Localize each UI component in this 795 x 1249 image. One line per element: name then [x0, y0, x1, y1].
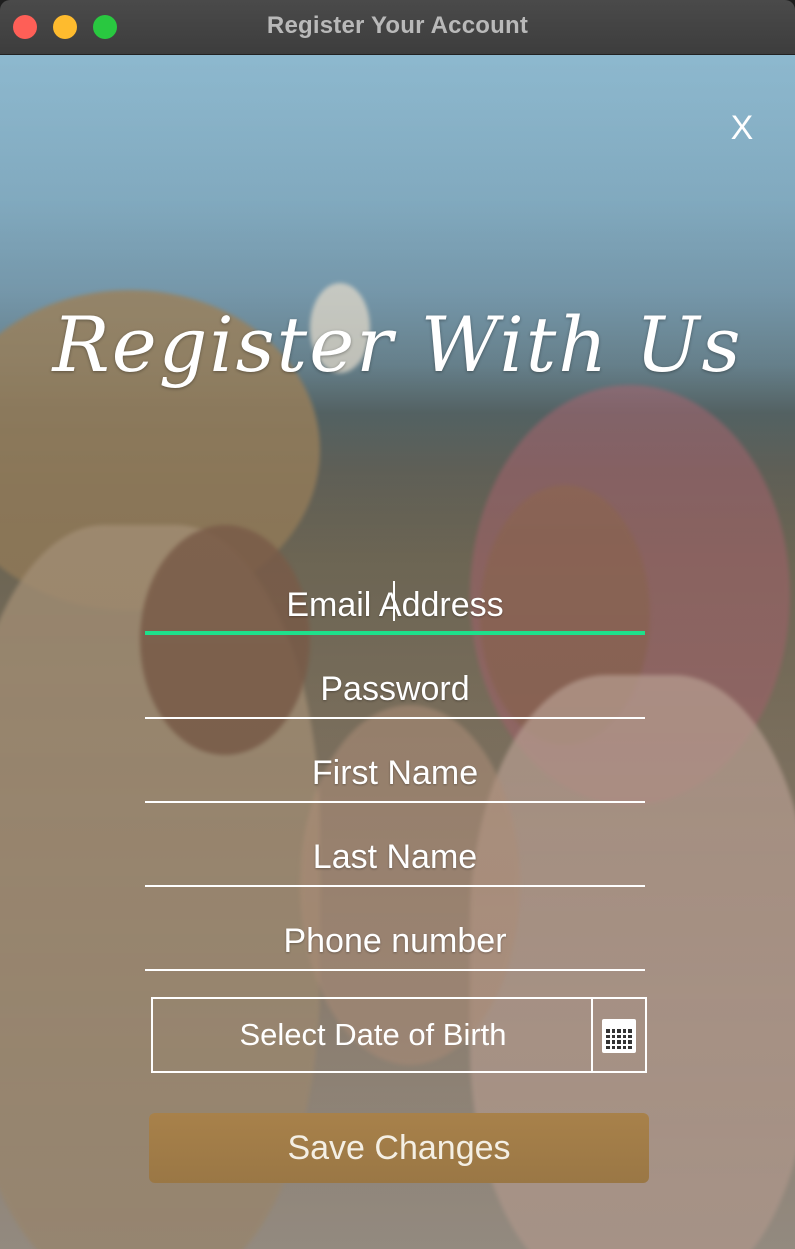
email-field[interactable]: Email Address	[145, 575, 645, 635]
password-field[interactable]: Password	[145, 659, 645, 719]
register-window: Register Your Account X Register With Us…	[0, 0, 795, 1249]
first-name-placeholder: First Name	[311, 754, 479, 792]
last-name-field[interactable]: Last Name	[145, 827, 645, 887]
phone-number-field[interactable]: Phone number	[145, 911, 645, 971]
phone-number-placeholder: Phone number	[283, 922, 507, 960]
title-bar[interactable]: Register Your Account	[0, 0, 795, 55]
password-placeholder: Password	[320, 670, 470, 708]
calendar-icon	[602, 1019, 636, 1053]
date-picker-button[interactable]	[591, 999, 645, 1071]
close-button[interactable]: X	[724, 106, 760, 150]
date-of-birth-picker: Select Date of Birth	[151, 997, 647, 1073]
date-of-birth-field[interactable]: Select Date of Birth	[153, 999, 593, 1071]
last-name-placeholder: Last Name	[312, 838, 478, 876]
background-photo: X Register With Us Email Address Passwor…	[0, 55, 795, 1249]
first-name-field[interactable]: First Name	[145, 743, 645, 803]
save-changes-button[interactable]: Save Changes	[149, 1113, 649, 1183]
text-caret	[393, 581, 395, 621]
window-title: Register Your Account	[266, 12, 529, 39]
register-heading: Register With Us	[52, 300, 743, 389]
